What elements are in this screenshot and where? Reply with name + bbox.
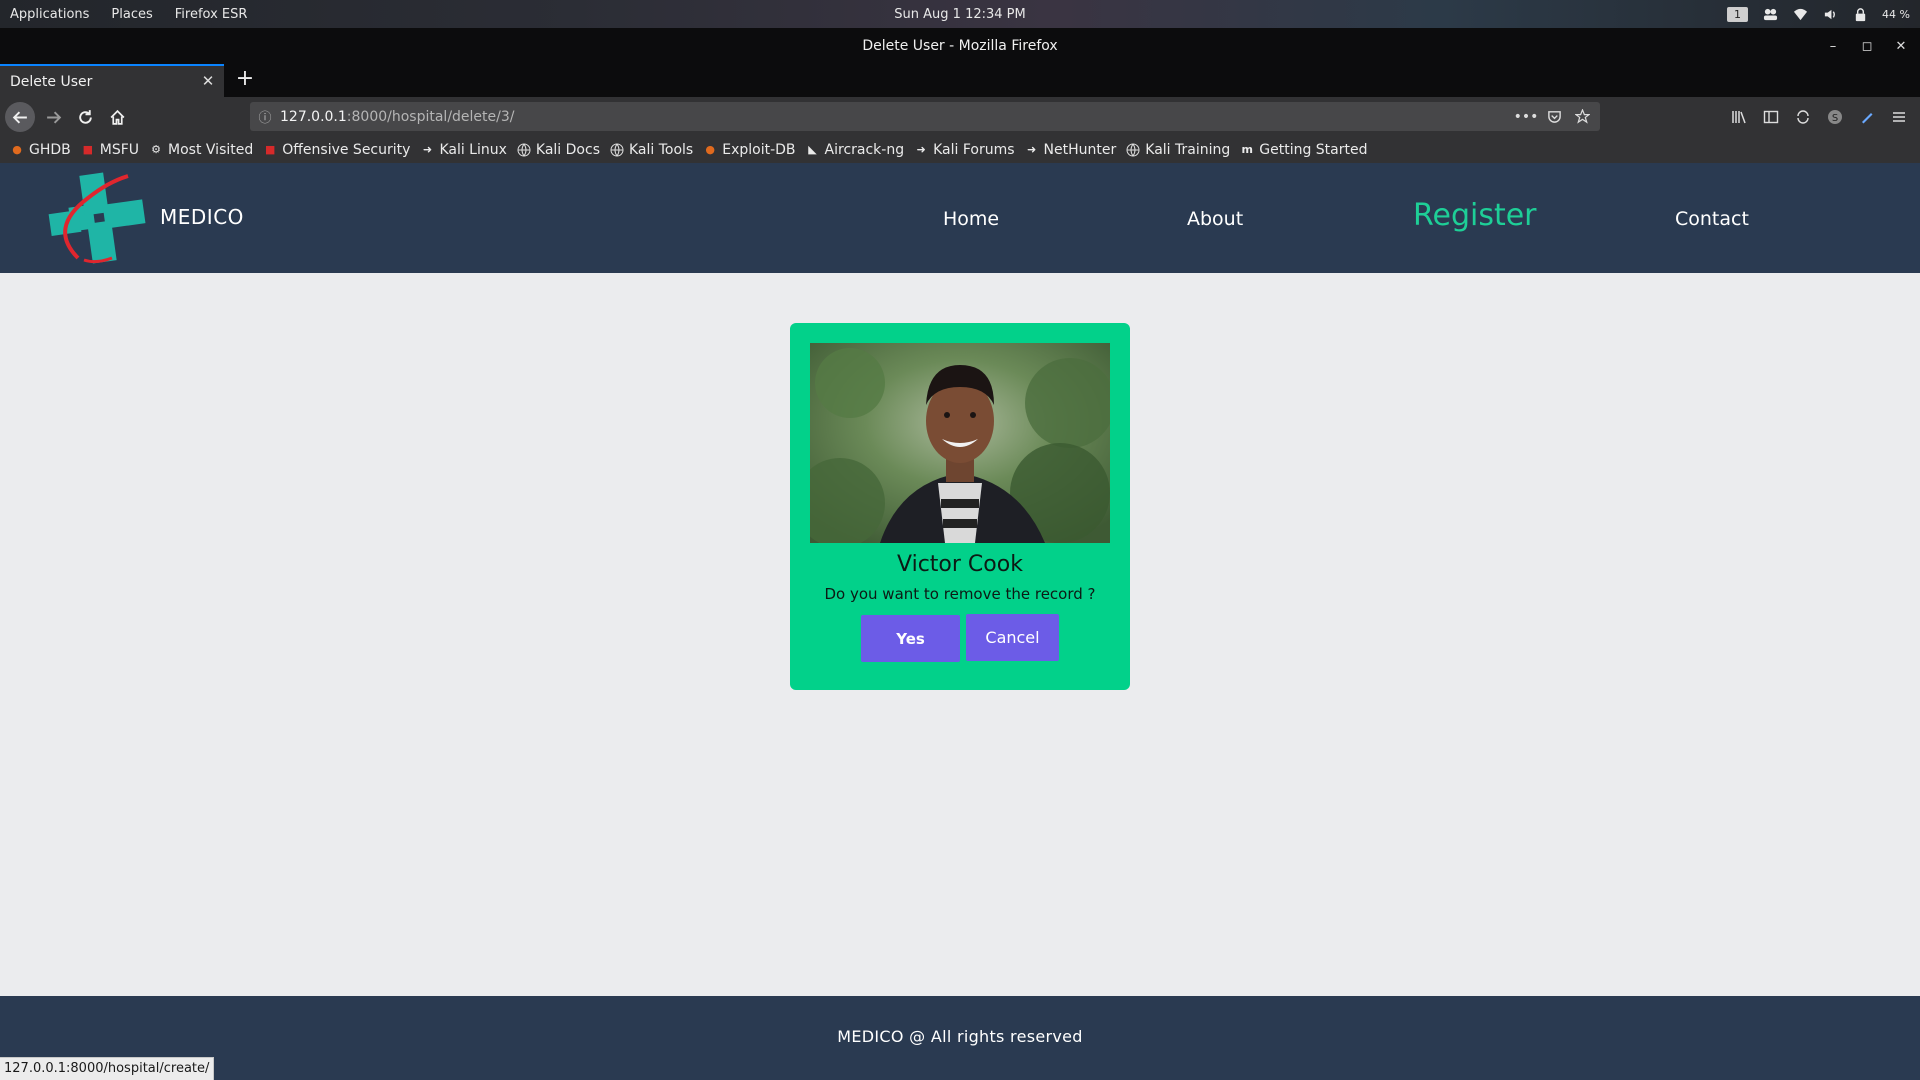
tab-close-icon[interactable]: ✕ xyxy=(200,73,216,89)
bookmark-label: Kali Tools xyxy=(629,141,694,158)
reload-icon[interactable] xyxy=(70,102,100,132)
page-actions-icon[interactable]: ••• xyxy=(1514,109,1539,125)
forward-arrow-icon[interactable] xyxy=(38,102,68,132)
volume-icon[interactable] xyxy=(1822,6,1838,22)
hamburger-menu-icon[interactable] xyxy=(1890,108,1908,126)
bookmark-label: Kali Linux xyxy=(439,141,507,158)
sidebar-icon[interactable] xyxy=(1762,108,1780,126)
new-tab-icon[interactable]: + xyxy=(232,67,258,93)
footer-copyright: MEDICO @ All rights reserved xyxy=(837,1027,1083,1046)
tab-strip: Delete User ✕ + xyxy=(0,64,1920,97)
battery-level[interactable]: 44 % xyxy=(1882,8,1910,21)
site-info-icon[interactable]: ⓘ xyxy=(250,107,280,126)
aircrack-icon: ◣ xyxy=(808,143,817,156)
maximize-icon[interactable]: ◻ xyxy=(1860,39,1874,54)
bookmark-exploit-db[interactable]: ● Exploit-DB xyxy=(703,142,795,158)
brand-name[interactable]: MEDICO xyxy=(160,205,244,229)
bookmark-label: MSFU xyxy=(99,141,140,158)
extension-s-icon[interactable]: S xyxy=(1826,108,1844,126)
bookmark-label: Exploit-DB xyxy=(722,141,796,158)
pocket-icon[interactable] xyxy=(1546,109,1562,125)
ghdb-icon: ● xyxy=(12,143,22,156)
globe-icon xyxy=(1126,143,1140,157)
people-icon[interactable] xyxy=(1762,6,1778,22)
bookmark-ghdb[interactable]: ● GHDB xyxy=(10,142,71,158)
bookmark-label: Kali Training xyxy=(1145,141,1231,158)
navigation-toolbar: ⓘ 127.0.0.1:8000/hospital/delete/3/ ••• … xyxy=(0,97,1920,136)
wifi-icon[interactable] xyxy=(1792,6,1808,22)
url-path: :8000/hospital/delete/3/ xyxy=(346,108,515,125)
window-titlebar: Delete User - Mozilla Firefox – ◻ ✕ xyxy=(0,28,1920,64)
medico-logo-icon[interactable] xyxy=(48,168,152,268)
desktop-top-bar: Applications Places Firefox ESR Sun Aug … xyxy=(0,0,1920,28)
bookmark-label: Most Visited xyxy=(168,141,254,158)
bookmark-kali-training[interactable]: Kali Training xyxy=(1126,142,1230,158)
svg-text:S: S xyxy=(1832,113,1838,124)
site-header: MEDICO Home About Register Contact xyxy=(0,163,1920,273)
cancel-button[interactable]: Cancel xyxy=(966,614,1059,661)
library-icon[interactable] xyxy=(1730,108,1748,126)
bookmark-label: Aircrack-ng xyxy=(824,141,905,158)
offsec-icon: ■ xyxy=(265,143,276,156)
firefox-esr-menu[interactable]: Firefox ESR xyxy=(175,7,248,22)
tab-label: Delete User xyxy=(10,73,93,90)
url-host: 127.0.0.1 xyxy=(280,108,347,125)
bookmark-msfu[interactable]: ■ MSFU xyxy=(81,142,139,158)
bookmark-label: Kali Forums xyxy=(933,141,1015,158)
kali-icon: ➜ xyxy=(916,143,926,156)
bookmark-nethunter[interactable]: ➜ NetHunter xyxy=(1025,141,1117,158)
bookmark-most-visited[interactable]: ⚙ Most Visited xyxy=(149,142,253,158)
user-photo xyxy=(810,343,1110,543)
url-bar[interactable]: ⓘ 127.0.0.1:8000/hospital/delete/3/ ••• xyxy=(250,102,1600,131)
window-title: Delete User - Mozilla Firefox xyxy=(862,38,1058,54)
nav-about[interactable]: About xyxy=(1187,208,1243,230)
lock-icon[interactable] xyxy=(1852,6,1868,22)
bookmark-kali-tools[interactable]: Kali Tools xyxy=(610,142,693,158)
kali-icon: ➜ xyxy=(1026,143,1037,156)
confirm-message: Do you want to remove the record ? xyxy=(824,585,1096,603)
user-name: Victor Cook xyxy=(897,552,1023,577)
link-status-preview: 127.0.0.1:8000/hospital/create/ xyxy=(0,1057,215,1080)
minimize-icon[interactable]: – xyxy=(1826,39,1840,54)
bookmark-getting-started[interactable]: m Getting Started xyxy=(1240,141,1368,158)
bookmark-offensive-security[interactable]: ■ Offensive Security xyxy=(263,142,410,158)
places-menu[interactable]: Places xyxy=(111,7,152,22)
globe-icon xyxy=(517,143,531,157)
bookmark-aircrack-ng[interactable]: ◣ Aircrack-ng xyxy=(806,141,905,158)
nav-register[interactable]: Register xyxy=(1413,198,1537,233)
globe-icon xyxy=(610,143,624,157)
exploitdb-icon: ● xyxy=(705,143,716,156)
bookmarks-toolbar: ● GHDB ■ MSFU ⚙ Most Visited ■ Offensive Sec… xyxy=(0,136,1920,163)
extension-pen-icon[interactable] xyxy=(1858,108,1876,126)
gear-icon: ⚙ xyxy=(151,143,161,156)
m-icon: m xyxy=(1241,143,1253,156)
bookmark-star-icon[interactable] xyxy=(1574,109,1590,125)
bookmark-kali-linux[interactable]: ➜ Kali Linux xyxy=(420,141,507,158)
bookmark-label: GHDB xyxy=(29,141,71,158)
nav-home[interactable]: Home xyxy=(943,208,999,230)
clock[interactable]: Sun Aug 1 12:34 PM xyxy=(894,7,1025,22)
yes-button[interactable]: Yes xyxy=(861,615,960,662)
kali-icon: ➜ xyxy=(422,143,433,156)
bookmark-label: Getting Started xyxy=(1259,141,1368,158)
workspace-indicator[interactable]: 1 xyxy=(1727,6,1749,22)
site-footer: MEDICO @ All rights reserved xyxy=(0,996,1920,1080)
home-icon[interactable] xyxy=(102,102,132,132)
bookmark-label: Offensive Security xyxy=(282,141,411,158)
bookmark-kali-docs[interactable]: Kali Docs xyxy=(517,142,600,158)
applications-menu[interactable]: Applications xyxy=(10,7,89,22)
bookmark-label: Kali Docs xyxy=(535,141,600,158)
msfu-icon: ■ xyxy=(82,143,93,156)
bookmark-label: NetHunter xyxy=(1043,141,1117,158)
back-arrow-icon[interactable] xyxy=(5,102,35,132)
sync-icon[interactable] xyxy=(1794,108,1812,126)
nav-contact[interactable]: Contact xyxy=(1675,208,1749,230)
tab-delete-user[interactable]: Delete User ✕ xyxy=(0,64,224,97)
close-window-icon[interactable]: ✕ xyxy=(1894,39,1908,54)
delete-confirm-card: Victor Cook Do you want to remove the re… xyxy=(790,323,1130,690)
bookmark-kali-forums[interactable]: ➜ Kali Forums xyxy=(914,141,1015,158)
